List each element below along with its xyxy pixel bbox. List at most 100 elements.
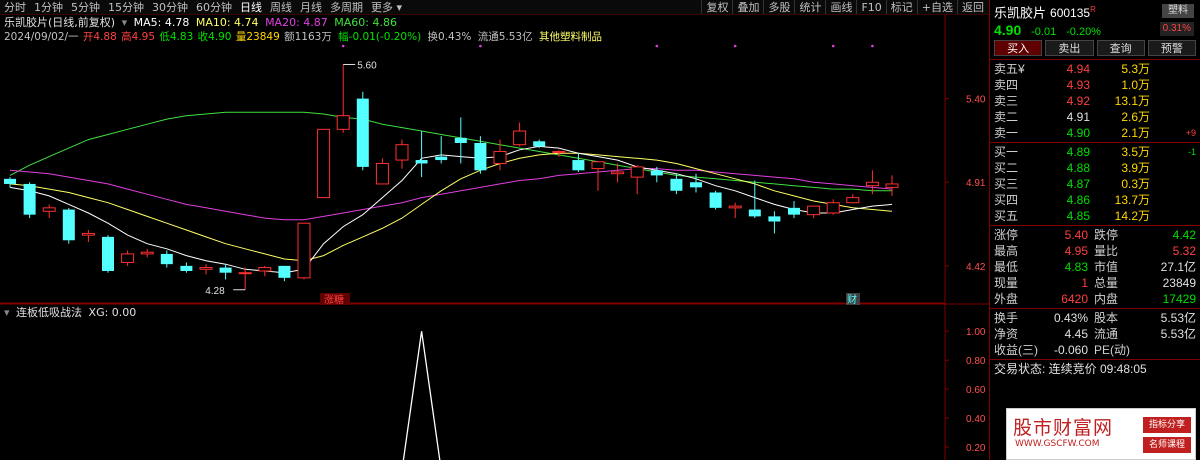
sector-label[interactable]: 其他塑料制品: [539, 31, 602, 43]
turnover-label: 换0.43%: [427, 31, 472, 43]
candle-body: [140, 251, 154, 255]
stat2-row-1: 净资 4.45 流通 5.53亿: [990, 326, 1200, 342]
ask-row-2[interactable]: 卖二 4.91 2.6万: [990, 109, 1200, 125]
period-tab-3[interactable]: 15分钟: [104, 0, 148, 14]
order-volume: 13.7万: [1114, 193, 1150, 207]
order-level-label: 卖一: [994, 126, 1019, 140]
bid-book: 买一 4.89 3.5万 -1 买二 4.88 3.9万 买三 4.87 0.3万 买四 4.86 13…: [990, 144, 1200, 224]
tool-button-1[interactable]: 叠加: [732, 0, 763, 14]
stats-table-2: 换手 0.43% 股本 5.53亿 净资 4.45 流通 5.53亿 收益(三) -0.060 PE…: [990, 310, 1200, 358]
indicator-settings-icon[interactable]: ▾: [4, 306, 10, 319]
candle-body: [219, 267, 232, 273]
candle-body: [670, 178, 683, 191]
candle-body: [885, 183, 899, 188]
candle-body: [23, 183, 36, 215]
order-level-label: 卖三: [994, 94, 1019, 108]
close-label: 收4.90: [197, 31, 232, 43]
tool-button-4[interactable]: 画线: [825, 0, 856, 14]
bid-row-5[interactable]: 买五 4.85 14.2万: [990, 208, 1200, 224]
candle-body: [846, 197, 860, 204]
candle-body: [572, 160, 585, 171]
stat-l2: 市值: [1094, 260, 1119, 274]
ask-row-4[interactable]: 卖四 4.93 1.0万: [990, 77, 1200, 93]
period-tab-9[interactable]: 多周期: [326, 0, 367, 14]
period-tab-0[interactable]: 分时: [0, 0, 30, 14]
stat-l1: 外盘: [994, 292, 1019, 306]
price-change: -0.01: [1031, 26, 1057, 38]
stat-l2: 股本: [1094, 311, 1119, 325]
kline-chart[interactable]: 5.40 4.91 4.42 5.60 4.28 涨糖 财 1.00 0.80 0.60 0.40 0…: [0, 0, 989, 460]
period-tab-6[interactable]: 日线: [236, 0, 266, 14]
stat-v2: 5.53亿: [1160, 311, 1196, 325]
bid-row-3[interactable]: 买三 4.87 0.3万: [990, 176, 1200, 192]
tool-button-6[interactable]: 标记: [885, 0, 917, 14]
order-price: 4.93: [1066, 78, 1090, 92]
stat-l1: 净资: [994, 327, 1019, 341]
tool-button-2[interactable]: 多股: [763, 0, 794, 14]
event-marker-left: [320, 293, 350, 305]
event-dot: [871, 44, 874, 48]
order-price: 4.91: [1066, 110, 1090, 124]
volume-label: 量23849: [235, 31, 280, 43]
stat-row-1: 最高 4.95 量比 5.32: [990, 243, 1200, 259]
candle-body: [317, 128, 331, 199]
indicator-tick-label: 0.40: [966, 414, 986, 425]
event-dot: [733, 44, 737, 48]
order-price: 4.88: [1066, 161, 1090, 175]
ask-row-3[interactable]: 卖三 4.92 13.1万: [990, 93, 1200, 109]
candle-body: [650, 170, 663, 176]
ma20-label: MA20: 4.87: [265, 16, 328, 29]
period-tab-5[interactable]: 60分钟: [192, 0, 236, 14]
period-tab-2[interactable]: 5分钟: [67, 0, 104, 14]
period-tab-7[interactable]: 周线: [266, 0, 296, 14]
stat-v2: 4.42: [1172, 228, 1196, 242]
pct-badge: 0.31%: [1159, 22, 1194, 36]
period-tab-1[interactable]: 1分钟: [30, 0, 67, 14]
price-row: 4.90 -0.01 -0.20% 0.31%: [990, 20, 1200, 40]
bid-row-4[interactable]: 买四 4.86 13.7万: [990, 192, 1200, 208]
stat-v1: 4.95: [1064, 244, 1088, 258]
settings-icon[interactable]: ▾: [122, 16, 128, 29]
chart-title: 乐凯胶片(日线,前复权): [4, 16, 116, 29]
order-volume: 0.3万: [1121, 177, 1150, 191]
candle-body: [552, 151, 566, 154]
order-volume: 3.5万: [1121, 145, 1150, 159]
order-volume: 3.9万: [1121, 161, 1150, 175]
trade-buttons: 买入 卖出 查询 预警: [990, 40, 1200, 58]
alert-button[interactable]: 预警: [1147, 40, 1196, 56]
bid-row-2[interactable]: 买二 4.88 3.9万: [990, 160, 1200, 176]
candle-body: [336, 115, 350, 130]
candle-body: [865, 181, 879, 187]
candle-body: [474, 142, 487, 171]
event-marker-right-label: 财: [847, 293, 857, 306]
tool-button-5[interactable]: F10: [856, 0, 885, 14]
candle-body: [42, 207, 56, 212]
query-button[interactable]: 查询: [1096, 40, 1145, 56]
stat-v1: 5.40: [1064, 228, 1088, 242]
stat-row-3: 现量 1 总量 23849: [990, 275, 1200, 291]
order-price: 4.94: [1066, 62, 1090, 76]
candle-body: [709, 192, 722, 208]
sell-button[interactable]: 卖出: [1045, 40, 1094, 56]
tool-button-0[interactable]: 复权: [701, 0, 732, 14]
tool-button-8[interactable]: 返回: [957, 0, 988, 14]
stat-v1: 0.43%: [1053, 311, 1088, 325]
period-tab-8[interactable]: 月线: [296, 0, 326, 14]
period-tab-4[interactable]: 30分钟: [148, 0, 192, 14]
stat-row-4: 外盘 6420 内盘 17429: [990, 291, 1200, 307]
candle-body: [435, 156, 448, 161]
ask-row-5[interactable]: 卖五¥ 4.94 5.3万: [990, 61, 1200, 77]
sector-tag[interactable]: 塑料: [1162, 4, 1194, 18]
stat-v1: 4.83: [1064, 260, 1088, 274]
candle-body: [533, 141, 546, 147]
tool-button-7[interactable]: +自选: [916, 0, 957, 14]
tool-button-3[interactable]: 统计: [794, 0, 825, 14]
candle-body: [278, 265, 291, 278]
buy-button[interactable]: 买入: [994, 40, 1043, 56]
order-price: 4.89: [1066, 145, 1090, 159]
order-level-label: 卖二: [994, 110, 1019, 124]
period-tab-10[interactable]: 更多 ▾: [367, 0, 406, 14]
stat-l1: 涨停: [994, 228, 1019, 242]
ask-row-1[interactable]: 卖一 4.90 2.1万 +9: [990, 125, 1200, 141]
bid-row-1[interactable]: 买一 4.89 3.5万 -1: [990, 144, 1200, 160]
